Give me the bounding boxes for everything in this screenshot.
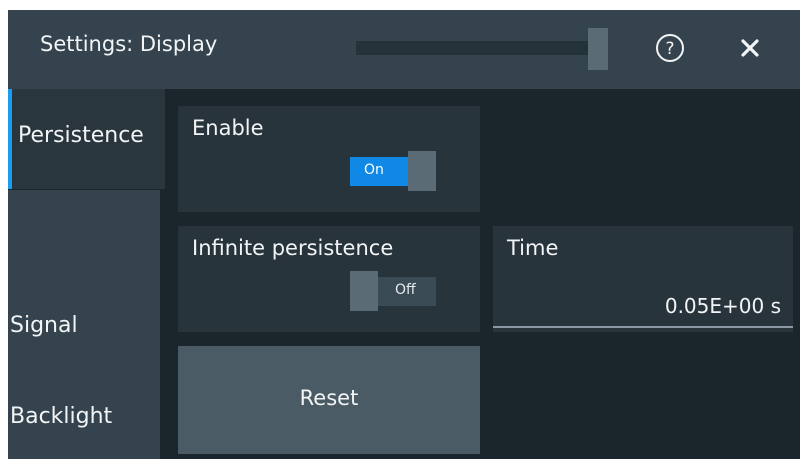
dialog-title: Settings: Display: [40, 32, 218, 56]
settings-display-dialog: Settings: Display ? Persistence Signal B…: [8, 10, 800, 459]
toggle-off-fill: Off: [378, 277, 436, 306]
sidebar-item-signal[interactable]: Signal: [8, 313, 78, 338]
enable-label: Enable: [192, 116, 264, 140]
svg-text:?: ?: [665, 39, 674, 59]
close-icon[interactable]: [736, 34, 764, 62]
toggle-on-fill: On: [350, 157, 410, 186]
infinite-persistence-label: Infinite persistence: [192, 236, 394, 260]
enable-toggle[interactable]: On: [350, 151, 436, 191]
toggle-knob: [350, 271, 378, 311]
transparency-slider-handle[interactable]: [588, 28, 608, 70]
reset-button[interactable]: Reset: [178, 346, 480, 454]
time-panel: Time 0.05E+00 s: [493, 226, 793, 332]
sidebar: Persistence Signal Backlight: [8, 89, 168, 459]
sidebar-inactive-area: Signal Backlight: [8, 190, 160, 459]
infinite-persistence-panel: Infinite persistence Off: [178, 226, 480, 332]
toggle-state-label: Off: [395, 282, 416, 298]
time-label: Time: [507, 236, 559, 260]
toggle-state-label: On: [364, 162, 384, 178]
infinite-persistence-toggle[interactable]: Off: [350, 271, 436, 311]
sidebar-item-persistence[interactable]: Persistence: [8, 89, 165, 189]
reset-label: Reset: [299, 386, 359, 410]
time-value: 0.05E+00 s: [664, 294, 781, 318]
enable-panel: Enable On: [178, 106, 480, 212]
time-input[interactable]: 0.05E+00 s: [493, 282, 793, 328]
sidebar-item-label: Persistence: [18, 123, 144, 148]
title-bar: Settings: Display ?: [8, 10, 800, 89]
sidebar-item-backlight[interactable]: Backlight: [8, 404, 112, 429]
toggle-knob: [408, 151, 436, 191]
help-circle-icon[interactable]: ?: [655, 33, 685, 63]
transparency-slider-track[interactable]: [356, 41, 596, 55]
